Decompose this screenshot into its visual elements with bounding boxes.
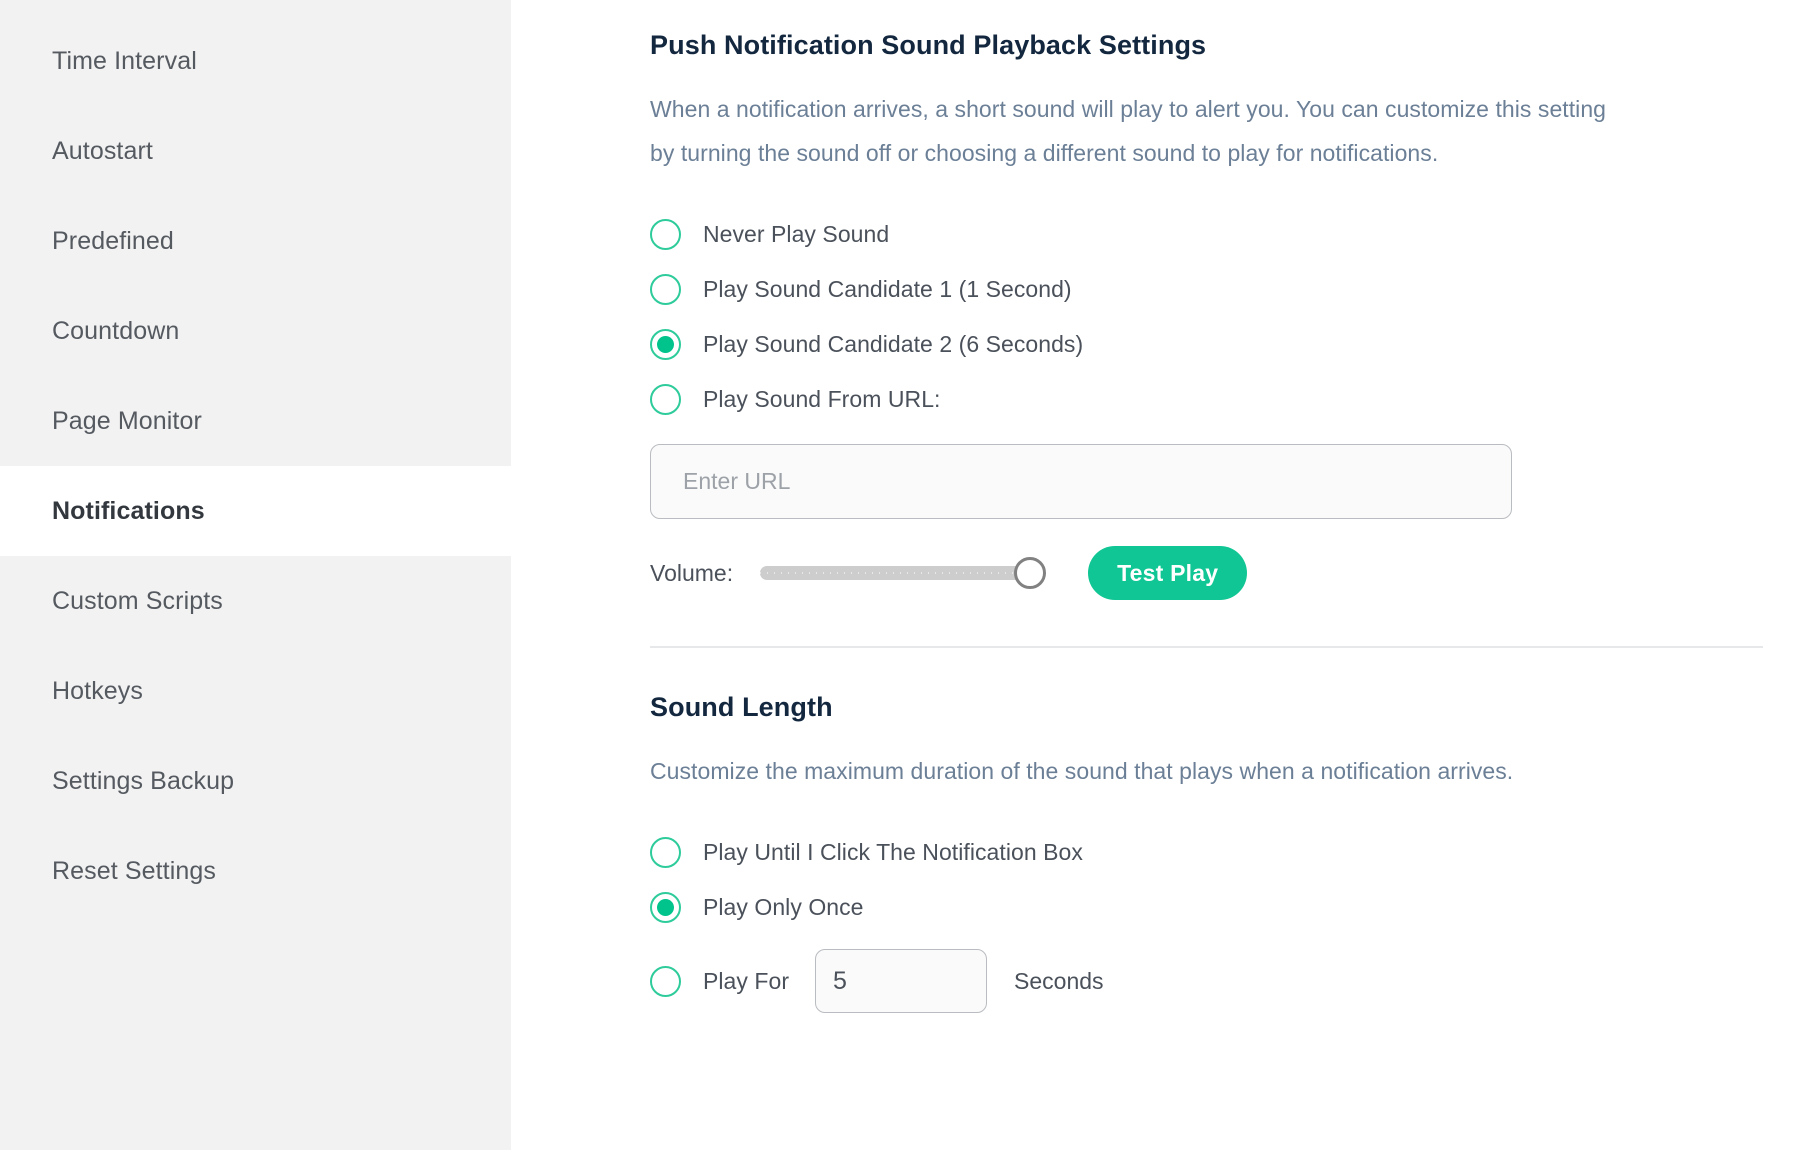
radio-circle-icon-selected[interactable]: [650, 329, 681, 360]
sidebar-item-reset-settings[interactable]: Reset Settings: [0, 826, 511, 916]
sidebar-item-hotkeys[interactable]: Hotkeys: [0, 646, 511, 736]
radio-option-play-for[interactable]: Play For Seconds: [650, 941, 1815, 1021]
radio-option-candidate-2[interactable]: Play Sound Candidate 2 (6 Seconds): [650, 317, 1815, 372]
sidebar-item-label: Custom Scripts: [52, 586, 223, 615]
sidebar-item-label: Reset Settings: [52, 856, 216, 885]
sidebar-item-label: Time Interval: [52, 46, 197, 75]
radio-label: Play Sound Candidate 1 (1 Second): [703, 276, 1072, 302]
sidebar-item-settings-backup[interactable]: Settings Backup: [0, 736, 511, 826]
sidebar-nav: Time Interval Autostart Predefined Count…: [0, 0, 511, 1150]
sidebar-item-page-monitor[interactable]: Page Monitor: [0, 376, 511, 466]
sound-length-section: Sound Length Customize the maximum durat…: [650, 692, 1815, 1021]
playback-section-description: When a notification arrives, a short sou…: [650, 96, 1607, 166]
volume-slider-track[interactable]: [760, 566, 1031, 580]
sound-url-input[interactable]: [650, 444, 1512, 519]
sidebar-item-label: Autostart: [52, 136, 153, 165]
test-play-button[interactable]: Test Play: [1088, 546, 1248, 600]
sound-playback-radio-group: Never Play Sound Play Sound Candidate 1 …: [650, 207, 1815, 427]
playback-section-title: Push Notification Sound Playback Setting…: [650, 30, 1207, 60]
sidebar-item-notifications[interactable]: Notifications: [0, 466, 511, 556]
radio-label: Play Until I Click The Notification Box: [703, 839, 1083, 865]
sidebar-item-custom-scripts[interactable]: Custom Scripts: [0, 556, 511, 646]
radio-circle-icon-selected[interactable]: [650, 892, 681, 923]
radio-label: Never Play Sound: [703, 221, 890, 247]
settings-page: Time Interval Autostart Predefined Count…: [0, 0, 1815, 1150]
sidebar-item-time-interval[interactable]: Time Interval: [0, 16, 511, 106]
radio-label: Play Sound From URL:: [703, 386, 941, 412]
volume-slider[interactable]: [760, 556, 1047, 590]
radio-option-play-only-once[interactable]: Play Only Once: [650, 880, 1815, 935]
sound-length-section-description: Customize the maximum duration of the so…: [650, 758, 1514, 784]
sidebar-item-predefined[interactable]: Predefined: [0, 196, 511, 286]
sidebar-item-label: Hotkeys: [52, 676, 144, 705]
sidebar-item-label: Page Monitor: [52, 406, 202, 435]
sound-length-radio-group: Play Until I Click The Notification Box …: [650, 825, 1815, 1021]
radio-circle-icon[interactable]: [650, 965, 681, 997]
volume-label: Volume:: [650, 559, 734, 586]
sidebar-item-label: Predefined: [52, 226, 174, 255]
radio-circle-icon[interactable]: [650, 274, 681, 305]
radio-option-play-until-click[interactable]: Play Until I Click The Notification Box: [650, 825, 1815, 880]
radio-circle-icon[interactable]: [650, 219, 681, 250]
radio-label: Play Only Once: [703, 894, 864, 920]
radio-option-never-play-sound[interactable]: Never Play Sound: [650, 207, 1815, 262]
volume-control-row: Volume: Test Play: [650, 545, 1815, 601]
radio-option-play-from-url[interactable]: Play Sound From URL:: [650, 372, 1815, 427]
seconds-unit-label: Seconds: [1014, 967, 1104, 994]
radio-label: Play Sound Candidate 2 (6 Seconds): [703, 331, 1084, 357]
sidebar-item-label: Settings Backup: [52, 766, 235, 795]
play-for-seconds-input[interactable]: [815, 949, 988, 1013]
sidebar-item-countdown[interactable]: Countdown: [0, 286, 511, 376]
sidebar-item-label: Countdown: [52, 316, 180, 345]
section-divider: [650, 646, 1763, 648]
radio-circle-icon[interactable]: [650, 384, 681, 415]
main-content: Push Notification Sound Playback Setting…: [511, 0, 1815, 1150]
sound-length-section-title: Sound Length: [650, 692, 833, 722]
play-for-label: Play For: [703, 967, 790, 994]
sidebar-item-autostart[interactable]: Autostart: [0, 106, 511, 196]
volume-slider-thumb[interactable]: [1014, 557, 1047, 589]
radio-option-candidate-1[interactable]: Play Sound Candidate 1 (1 Second): [650, 262, 1815, 317]
sidebar-item-label: Notifications: [52, 496, 205, 525]
radio-circle-icon[interactable]: [650, 837, 681, 868]
